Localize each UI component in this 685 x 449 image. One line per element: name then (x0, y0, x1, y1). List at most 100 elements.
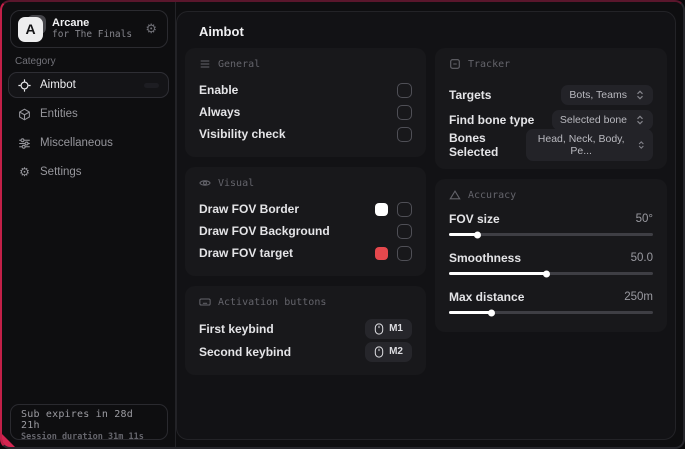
slider-fill (449, 270, 550, 277)
section-title: Activation buttons (218, 296, 327, 308)
section-header: Tracker (449, 58, 653, 70)
logo-letter: A (18, 16, 43, 42)
gear-icon[interactable]: ⚙ (145, 21, 157, 37)
row-label: Draw FOV target (199, 246, 294, 260)
sidebar-item-label: Miscellaneous (40, 137, 113, 149)
row-label: Second keybind (199, 344, 292, 359)
mouse-icon (374, 345, 384, 358)
slider-value: 50° (635, 213, 653, 225)
content-columns: General Enable Always Visibility check V… (185, 48, 667, 375)
enable-checkbox[interactable] (397, 82, 412, 98)
brand-card: A Arcane for The Finals ⚙ (10, 10, 168, 48)
keybind-value: M1 (389, 323, 403, 334)
main-panel: Aimbot General Enable Always Visibility … (176, 11, 676, 440)
slider-row: Smoothness 50.0 (449, 249, 653, 279)
fov-size-slider[interactable] (449, 229, 653, 240)
row-label: Find bone type (449, 112, 535, 127)
mouse-icon (374, 322, 384, 335)
fov-target-color-swatch[interactable] (375, 246, 388, 260)
row-label: Visibility check (199, 127, 286, 141)
slider-thumb[interactable] (487, 309, 495, 316)
visibility-check-checkbox[interactable] (397, 126, 412, 142)
slider-thumb[interactable] (542, 270, 550, 277)
setting-row: Draw FOV target (199, 242, 412, 264)
unfold-icon (637, 114, 643, 125)
section-title: Tracker (468, 58, 511, 70)
keybind-value: M2 (389, 346, 403, 357)
row-label: Draw FOV Background (199, 224, 330, 238)
section-activation-buttons: Activation buttons First keybind M1 Seco… (185, 286, 426, 375)
subscription-expiry: Sub expires in 28d 21h (21, 409, 133, 431)
row-label: Targets (449, 87, 492, 102)
dropdown-value: Head, Neck, Body, Pe... (537, 132, 625, 157)
row-label: Bones Selected (449, 130, 499, 159)
smoothness-slider[interactable] (449, 268, 653, 279)
sidebar-item-settings[interactable]: ⚙ Settings (8, 159, 169, 185)
slider-label-row: Max distance 250m (449, 288, 653, 306)
max-distance-slider[interactable] (449, 307, 653, 318)
slider-row: Max distance 250m (449, 288, 653, 318)
sidebar-item-miscellaneous[interactable]: Miscellaneous (8, 130, 169, 156)
app-window: A Arcane for The Finals ⚙ Category Aimbo… (0, 0, 685, 449)
left-column: General Enable Always Visibility check V… (185, 48, 426, 375)
slider-label-row: FOV size 50° (449, 210, 653, 228)
section-title: Visual (218, 177, 255, 189)
section-general: General Enable Always Visibility check (185, 48, 426, 157)
unfold-icon (638, 140, 644, 149)
eye-icon (199, 180, 211, 186)
category-label: Category (15, 56, 56, 67)
right-column: Tracker Targets Bots, Teams Find bone ty… (435, 48, 667, 332)
triangle-icon (449, 190, 461, 200)
sidebar-nav: Aimbot Entities Miscellaneous ⚙ Settings (2, 72, 175, 188)
setting-row: Second keybind M2 (199, 340, 412, 363)
row-label: Max distance (449, 290, 525, 304)
sidebar-item-entities[interactable]: Entities (8, 101, 169, 127)
draw-fov-border-checkbox[interactable] (397, 201, 412, 217)
app-logo: A (18, 14, 46, 42)
setting-row: Enable (199, 79, 412, 101)
find-bone-type-dropdown[interactable]: Selected bone (551, 109, 653, 130)
session-duration: Session duration 31m 11s (21, 432, 144, 442)
sidebar: A Arcane for The Finals ⚙ Category Aimbo… (2, 2, 176, 447)
setting-row: Targets Bots, Teams (449, 82, 653, 107)
slider-value: 250m (624, 291, 653, 303)
sidebar-item-aimbot[interactable]: Aimbot (8, 72, 169, 98)
setting-row: Visibility check (199, 123, 412, 145)
section-visual: Visual Draw FOV Border Draw FOV Backgrou… (185, 167, 426, 276)
fov-border-color-swatch[interactable] (375, 202, 388, 216)
bones-selected-dropdown[interactable]: Head, Neck, Body, Pe... (525, 128, 653, 161)
row-label: Smoothness (449, 251, 522, 265)
slider-thumb[interactable] (473, 231, 481, 238)
dropdown-value: Bots, Teams (569, 88, 627, 101)
slider-fill (449, 231, 481, 238)
section-accuracy: Accuracy FOV size 50° Smoothness 50.0 Ma… (435, 179, 667, 332)
drag-hint (144, 82, 159, 88)
section-title: Accuracy (468, 189, 517, 201)
row-controls (375, 245, 412, 261)
section-title: General (218, 58, 261, 70)
box-minus-icon (450, 59, 460, 69)
targets-dropdown[interactable]: Bots, Teams (561, 84, 653, 105)
draw-fov-target-checkbox[interactable] (397, 245, 412, 261)
draw-fov-background-checkbox[interactable] (397, 223, 412, 239)
section-header: General (199, 58, 412, 70)
slider-row: FOV size 50° (449, 210, 653, 240)
subscription-card: Sub expires in 28d 21h Session duration … (10, 404, 168, 442)
slider-value: 50.0 (630, 252, 653, 264)
rows-icon (200, 60, 210, 68)
second-keybind-button[interactable]: M2 (365, 341, 412, 362)
brand-title: Arcane (52, 17, 90, 30)
slider-fill (449, 309, 495, 316)
first-keybind-button[interactable]: M1 (365, 318, 412, 339)
brand-subtitle: for The Finals (52, 28, 133, 40)
unfold-icon (637, 89, 643, 100)
row-label: Always (199, 105, 241, 119)
setting-row: First keybind M1 (199, 317, 412, 340)
row-label: Enable (199, 83, 239, 97)
section-tracker: Tracker Targets Bots, Teams Find bone ty… (435, 48, 667, 169)
section-header: Visual (199, 177, 412, 189)
always-checkbox[interactable] (397, 104, 412, 120)
page-title: Aimbot (199, 24, 244, 39)
setting-row: Draw FOV Border (199, 198, 412, 220)
setting-row: Draw FOV Background (199, 220, 412, 242)
